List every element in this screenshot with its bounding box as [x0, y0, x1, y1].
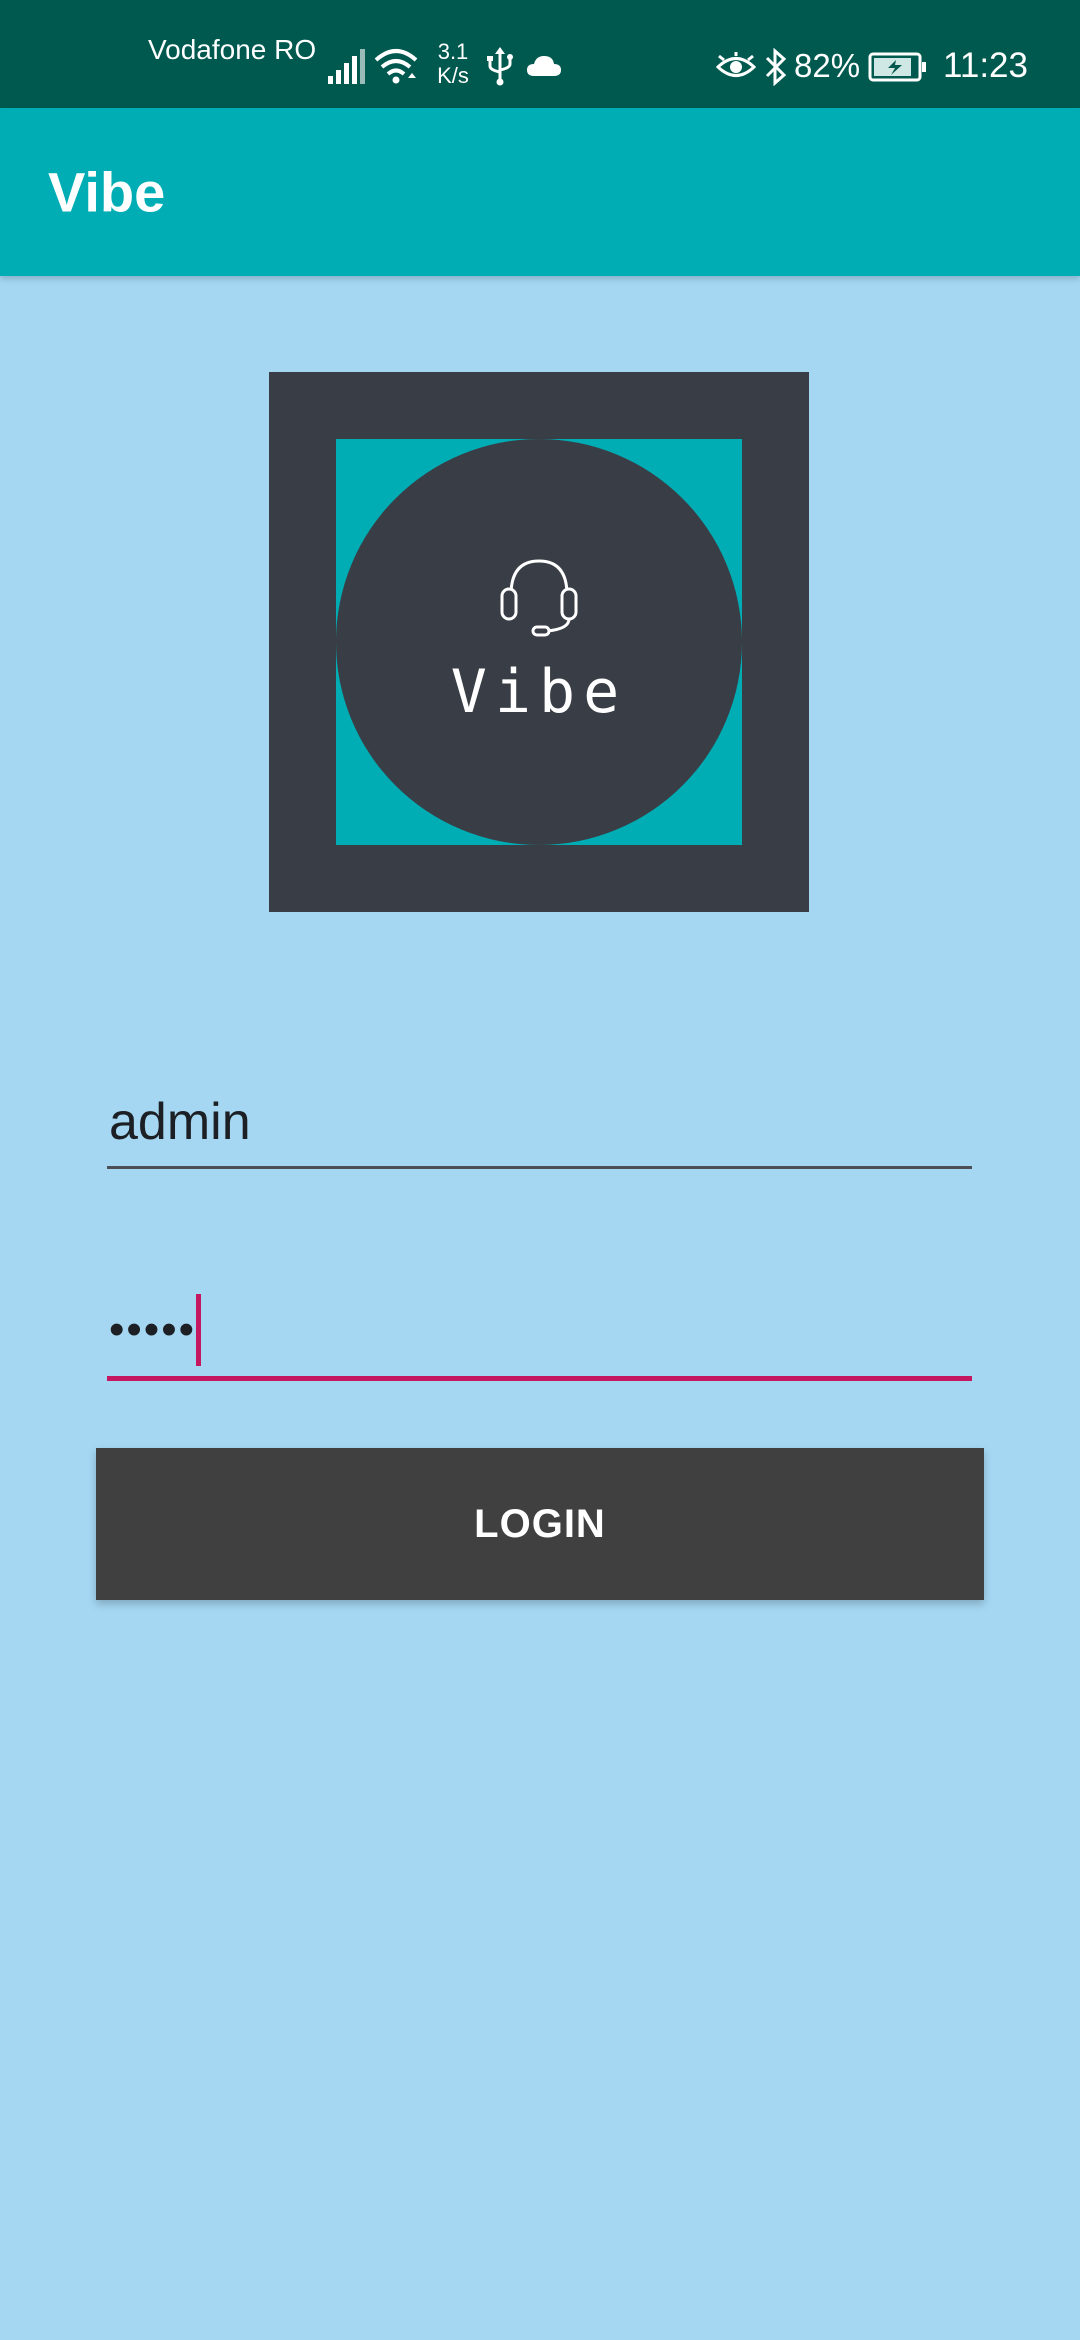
status-bar: Vodafone RO 3.1 K/s 82% 11:23 [0, 0, 1080, 108]
logo-circle [336, 439, 742, 845]
net-speed-value: 3.1 [437, 39, 469, 64]
app-title: Vibe [48, 160, 166, 224]
headset-icon [500, 559, 578, 637]
username-field[interactable]: admin [107, 1080, 972, 1169]
battery-icon [868, 52, 926, 82]
carrier-name: Vodafone RO [148, 34, 317, 65]
logo-accent-square: Vibe [336, 439, 742, 845]
net-speed: 3.1 K/s [428, 40, 478, 88]
cloud-icon [527, 56, 561, 76]
clock: 11:23 [943, 46, 1028, 85]
eye-icon [716, 52, 756, 77]
username-value: admin [109, 1093, 251, 1151]
logo-text: Vibe [450, 657, 628, 727]
signal-icon [328, 49, 365, 84]
app-bar: Vibe [0, 108, 1080, 276]
text-cursor [196, 1294, 201, 1366]
usb-icon [487, 47, 513, 86]
net-speed-unit: K/s [437, 63, 469, 88]
bluetooth-icon [765, 48, 787, 86]
battery-percent: 82% [794, 47, 861, 84]
password-value: ••••• [109, 1305, 197, 1354]
login-button[interactable]: LOGIN [96, 1448, 984, 1600]
app-logo: Vibe [269, 372, 809, 912]
wifi-icon [374, 49, 418, 84]
password-field[interactable]: ••••• [107, 1288, 972, 1381]
